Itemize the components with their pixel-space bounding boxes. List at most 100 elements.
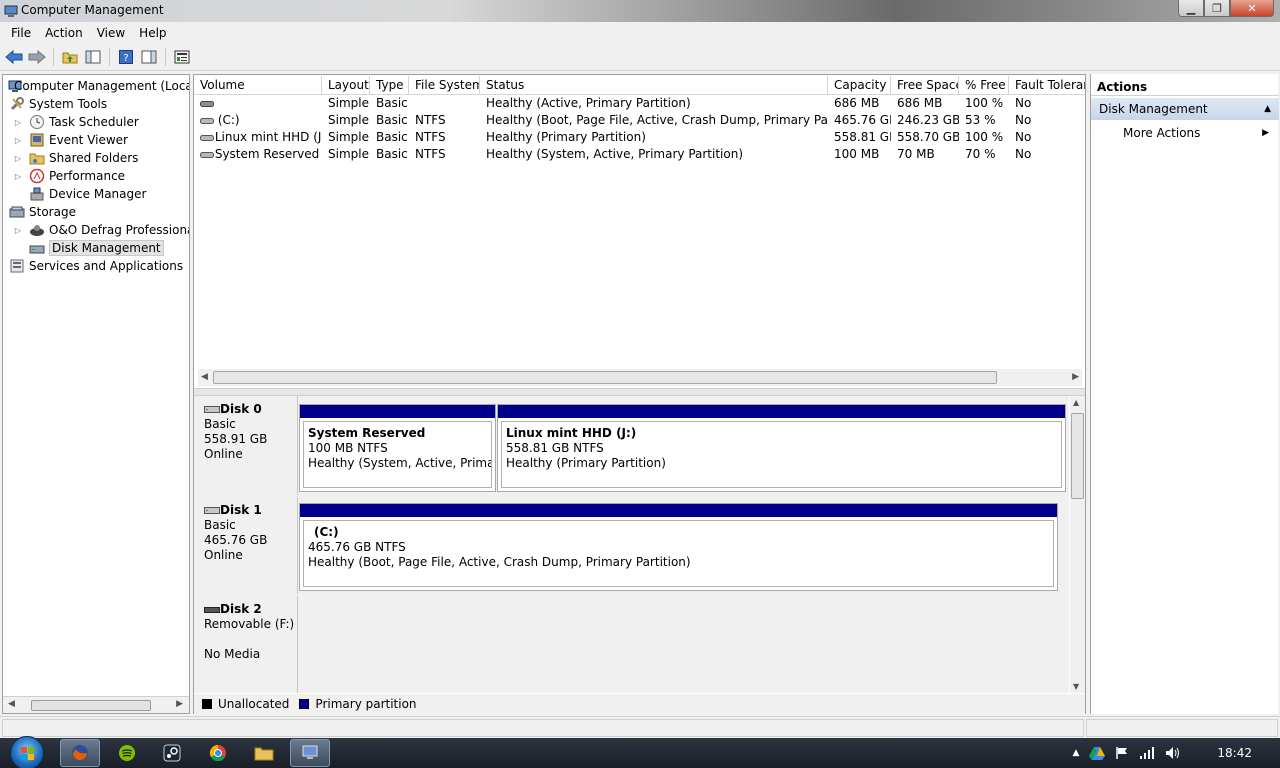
- expand-arrow-icon[interactable]: ▷: [13, 118, 23, 127]
- tree-item-device-manager[interactable]: Device Manager: [29, 185, 146, 203]
- scroll-down-icon[interactable]: ▼: [1073, 682, 1079, 691]
- volume-icon[interactable]: [1165, 746, 1181, 760]
- scroll-right-icon[interactable]: ▶: [176, 699, 183, 709]
- help-button[interactable]: ?: [116, 47, 136, 67]
- column-header-percent-free[interactable]: % Free: [959, 76, 1009, 95]
- partition-system-reserved[interactable]: System Reserved 100 MB NTFS Healthy (Sys…: [299, 404, 496, 492]
- show-hidden-icons-icon[interactable]: ▲: [1072, 748, 1079, 758]
- disk-1-label[interactable]: Disk 1 Basic 465.76 GB Online: [194, 497, 298, 594]
- drive-icon: [200, 100, 214, 107]
- tree-item-services-applications[interactable]: Services and Applications: [9, 257, 183, 275]
- disk-icon: [204, 406, 220, 413]
- menu-view[interactable]: View: [90, 26, 132, 40]
- column-header-free-space[interactable]: Free Space: [891, 76, 959, 95]
- tree-item-defrag[interactable]: ▷ O&O Defrag Professional E: [13, 221, 189, 239]
- scroll-left-icon[interactable]: ◀: [8, 699, 15, 709]
- taskbar-steam[interactable]: [152, 739, 192, 767]
- tree-item-event-viewer[interactable]: ▷ Event Viewer: [13, 131, 128, 149]
- column-header-type[interactable]: Type: [370, 76, 409, 95]
- layout-cell: Simple: [328, 96, 369, 110]
- percent-free-cell: 100 %: [965, 130, 1004, 144]
- column-header-volume[interactable]: Volume: [194, 76, 322, 95]
- disk-size: 465.76 GB: [204, 533, 268, 547]
- pane-splitter[interactable]: [194, 388, 1085, 396]
- performance-icon: [29, 168, 45, 184]
- taskbar: ▲ 18:42: [0, 736, 1280, 768]
- tree-horizontal-scrollbar[interactable]: ◀ ▶: [3, 696, 189, 713]
- taskbar-computer-management[interactable]: [290, 739, 330, 767]
- scroll-right-icon[interactable]: ▶: [1072, 372, 1079, 382]
- disk-type: Basic: [204, 518, 236, 532]
- tree-item-storage[interactable]: Storage: [9, 203, 76, 221]
- actions-group-disk-management[interactable]: Disk Management ▲: [1091, 98, 1279, 120]
- table-row[interactable]: Linux mint HHD (J:) Simple Basic NTFS He…: [194, 129, 1085, 146]
- table-row[interactable]: Simple Basic Healthy (Active, Primary Pa…: [194, 95, 1085, 112]
- back-button[interactable]: [4, 47, 24, 67]
- menu-action[interactable]: Action: [38, 26, 90, 40]
- action-center-flag-icon[interactable]: [1115, 746, 1129, 760]
- more-actions-item[interactable]: More Actions ▶: [1123, 124, 1273, 142]
- scroll-thumb[interactable]: [1071, 413, 1084, 499]
- taskbar-firefox[interactable]: [60, 739, 100, 767]
- up-folder-button[interactable]: [60, 47, 80, 67]
- minimize-button[interactable]: ▁: [1178, 0, 1204, 17]
- disk-0-label[interactable]: Disk 0 Basic 558.91 GB Online: [194, 396, 298, 495]
- show-hide-action-pane-button[interactable]: [139, 47, 159, 67]
- maximize-button[interactable]: ❐: [1204, 0, 1230, 17]
- google-drive-icon[interactable]: [1089, 746, 1106, 760]
- fault-tolerance-cell: No: [1015, 113, 1032, 127]
- percent-free-cell: 53 %: [965, 113, 996, 127]
- scroll-thumb[interactable]: [213, 371, 997, 384]
- tree-item-performance[interactable]: ▷ Performance: [13, 167, 125, 185]
- drive-icon: [200, 151, 214, 158]
- column-header-capacity[interactable]: Capacity: [828, 76, 891, 95]
- tree-item-disk-management[interactable]: Disk Management: [29, 239, 164, 257]
- tree-item-shared-folders[interactable]: ▷ Shared Folders: [13, 149, 138, 167]
- table-row[interactable]: (C:) Simple Basic NTFS Healthy (Boot, Pa…: [194, 112, 1085, 129]
- network-icon[interactable]: [1139, 746, 1155, 760]
- fault-tolerance-cell: No: [1015, 147, 1032, 161]
- scroll-thumb[interactable]: [31, 700, 151, 711]
- computer-management-icon: [4, 5, 18, 17]
- taskbar-chrome[interactable]: [198, 739, 238, 767]
- column-header-file-system[interactable]: File System: [409, 76, 480, 95]
- menu-help[interactable]: Help: [132, 26, 173, 40]
- taskbar-spotify[interactable]: [107, 739, 147, 767]
- expand-arrow-icon[interactable]: ▷: [13, 172, 23, 181]
- close-button[interactable]: ✕: [1230, 0, 1274, 17]
- start-button[interactable]: [10, 736, 44, 768]
- fault-tolerance-cell: No: [1015, 130, 1032, 144]
- tree-item-system-tools[interactable]: System Tools: [9, 95, 107, 113]
- column-header-layout[interactable]: Layout: [322, 76, 370, 95]
- properties-button[interactable]: [172, 47, 192, 67]
- show-hide-tree-button[interactable]: [83, 47, 103, 67]
- clock[interactable]: 18:42: [1217, 746, 1252, 760]
- expand-arrow-icon[interactable]: ▷: [13, 154, 23, 163]
- disk-layout-vertical-scrollbar[interactable]: ▲ ▼: [1070, 396, 1085, 693]
- collapse-arrow-icon[interactable]: ▲: [1264, 98, 1271, 120]
- menu-file[interactable]: File: [4, 26, 38, 40]
- partition-c[interactable]: (C:) 465.76 GB NTFS Healthy (Boot, Page …: [299, 503, 1058, 591]
- volume-list-horizontal-scrollbar[interactable]: ◀ ▶: [198, 369, 1082, 386]
- free-space-cell: 558.70 GB: [897, 130, 959, 144]
- taskbar-explorer[interactable]: [244, 739, 284, 767]
- status-cell: Healthy (Boot, Page File, Active, Crash …: [486, 113, 828, 127]
- expand-arrow-icon[interactable]: ▷: [13, 136, 23, 145]
- scroll-up-icon[interactable]: ▲: [1073, 398, 1079, 407]
- status-segment: [1086, 719, 1278, 737]
- tree-item-computer-management[interactable]: Computer Management (Local): [7, 77, 189, 95]
- scroll-left-icon[interactable]: ◀: [201, 372, 208, 382]
- partition-linux-mint[interactable]: Linux mint HHD (J:) 558.81 GB NTFS Healt…: [497, 404, 1066, 492]
- chrome-icon: [209, 744, 226, 762]
- tree-item-task-scheduler[interactable]: ▷ Task Scheduler: [13, 113, 139, 131]
- defrag-icon: [30, 225, 44, 236]
- expand-arrow-icon[interactable]: ▷: [13, 226, 23, 235]
- event-viewer-icon: [30, 133, 44, 147]
- table-row[interactable]: System Reserved Simple Basic NTFS Health…: [194, 146, 1085, 163]
- layout-cell: Simple: [328, 113, 369, 127]
- partition-name: Linux mint HHD (J:): [506, 426, 637, 440]
- disk-2-label[interactable]: Disk 2 Removable (F:) No Media: [194, 596, 298, 693]
- column-header-fault-tolerance[interactable]: Fault Toleran: [1009, 76, 1085, 95]
- forward-button[interactable]: [27, 47, 47, 67]
- column-header-status[interactable]: Status: [480, 76, 828, 95]
